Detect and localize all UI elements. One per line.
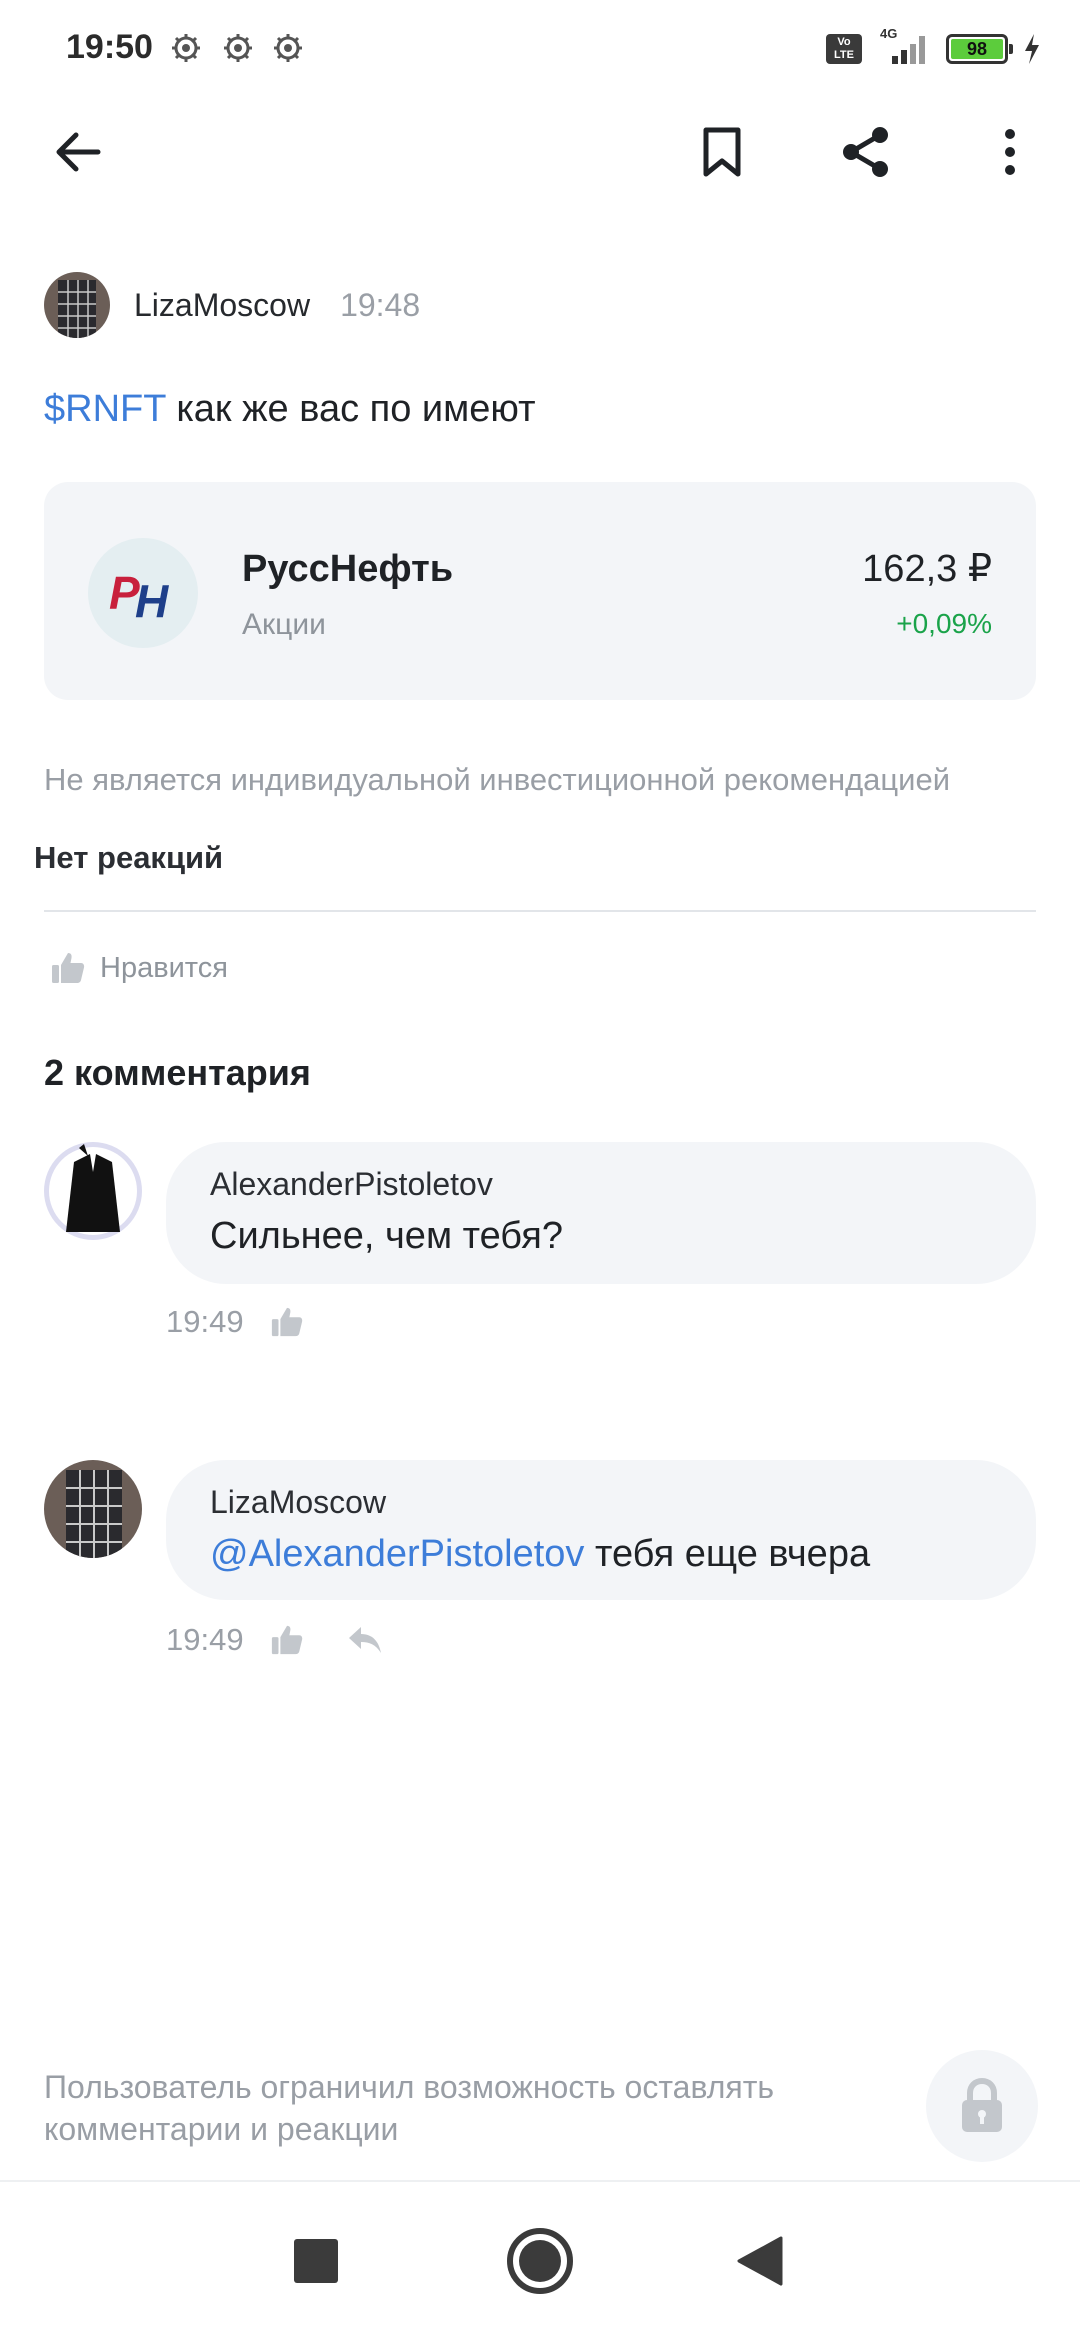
post-author-name[interactable]: LizaMoscow [134, 287, 310, 324]
post-time: 19:48 [340, 286, 421, 323]
comment-item: AlexanderPistoletov Сильнее, чем тебя? 1… [44, 1142, 1036, 1342]
reply-button[interactable] [346, 1623, 384, 1657]
battery-icon: 98 [946, 34, 1013, 64]
avatar[interactable] [44, 272, 110, 338]
square-icon [294, 2239, 338, 2283]
russneft-logo-icon: P H [109, 567, 169, 623]
network-type: 4G [880, 26, 898, 41]
charging-icon [1025, 34, 1039, 64]
comment-time: 19:49 [166, 1622, 244, 1657]
thumbs-up-icon [52, 953, 85, 983]
comment-bubble[interactable]: LizaMoscow @AlexanderPistoletov тебя еще… [166, 1460, 1036, 1600]
top-app-bar [0, 110, 1080, 194]
status-indicators: Vo LTE 4G 98 [826, 26, 1042, 68]
signal-icon: 4G [876, 26, 932, 66]
comment-time: 19:49 [166, 1304, 244, 1339]
back-button[interactable] [36, 110, 120, 194]
post-text: $RNFT как же вас по имеют [44, 388, 536, 431]
instrument-card[interactable]: P H РуссНефть Акции 162,3 ₽ +0,09% [44, 482, 1036, 700]
comment-like-button[interactable] [270, 1305, 304, 1339]
comments-restricted-notice: Пользователь ограничил возможность остав… [44, 2069, 775, 2147]
divider [44, 910, 1036, 912]
comment-item: LizaMoscow @AlexanderPistoletov тебя еще… [44, 1460, 1036, 1660]
comment-text: Сильнее, чем тебя? [210, 1215, 563, 1257]
comment-meta: 19:49 [166, 1304, 304, 1340]
instrument-type: Акции [242, 608, 326, 641]
bookmark-icon [703, 127, 741, 177]
mention-link[interactable]: @AlexanderPistoletov [210, 1533, 584, 1575]
like-button[interactable]: Нравится [50, 944, 228, 992]
svg-text:H: H [135, 575, 169, 623]
instrument-logo: P H [88, 538, 198, 648]
system-nav-bar [0, 2182, 1080, 2340]
ticker-link[interactable]: $RNFT [44, 388, 166, 430]
instrument-price: 162,3 ₽ [862, 548, 992, 590]
status-time: 19:50 [66, 28, 153, 66]
more-vertical-icon [1005, 129, 1015, 175]
comment-avatar[interactable] [44, 1460, 142, 1558]
recent-apps-button[interactable] [246, 2182, 386, 2340]
disclaimer: Не является индивидуальной инвестиционно… [44, 762, 951, 797]
thumbs-up-icon [271, 1625, 302, 1655]
share-icon [843, 127, 888, 177]
battery-level: 98 [951, 39, 1003, 59]
more-button[interactable] [968, 110, 1052, 194]
lock-icon [962, 2078, 1002, 2132]
bookmark-button[interactable] [680, 110, 764, 194]
post-body: как же вас по имеют [165, 388, 536, 430]
status-bar: 19:50 Vo LTE 4G 98 [0, 0, 1080, 96]
instrument-name: РуссНефть [242, 548, 454, 590]
like-label: Нравится [100, 951, 228, 984]
comment-body: тебя еще вчера [584, 1533, 871, 1575]
reactions-summary: Нет реакций [34, 840, 224, 875]
comment-author[interactable]: LizaMoscow [210, 1484, 992, 1521]
comments-count: 2 комментария [44, 1052, 311, 1093]
arrow-left-icon [56, 132, 101, 172]
back-nav-button[interactable] [690, 2182, 830, 2340]
reply-icon [348, 1627, 381, 1653]
triangle-back-icon [737, 2236, 783, 2286]
comment-text: @AlexanderPistoletov тебя еще вчера [210, 1533, 992, 1576]
comment-bubble[interactable]: AlexanderPistoletov Сильнее, чем тебя? [166, 1142, 1036, 1284]
comment-like-button[interactable] [270, 1623, 304, 1657]
home-button[interactable] [470, 2182, 610, 2340]
comment-author[interactable]: AlexanderPistoletov [210, 1166, 992, 1203]
circle-icon [507, 2228, 573, 2294]
gear-icon [172, 34, 200, 62]
comment-avatar[interactable] [44, 1142, 142, 1240]
gear-icon [224, 34, 252, 62]
volte-badge: Vo LTE [826, 34, 862, 64]
thumbs-up-icon [271, 1307, 302, 1337]
instrument-change: +0,09% [896, 608, 992, 639]
gear-icon [274, 34, 302, 62]
post-author-row[interactable]: LizaMoscow 19:48 [44, 272, 420, 338]
lock-button[interactable] [926, 2050, 1038, 2162]
share-button[interactable] [824, 110, 908, 194]
comment-meta: 19:49 [166, 1622, 384, 1658]
